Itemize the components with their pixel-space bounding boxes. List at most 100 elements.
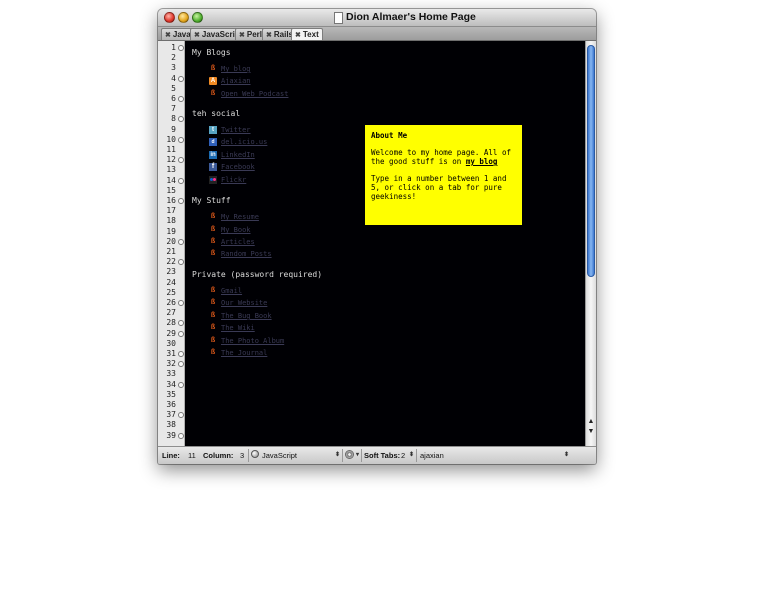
link-label[interactable]: The Bug Book [221, 311, 272, 321]
blog-icon: ß [210, 312, 216, 319]
fold-marker-icon[interactable] [178, 198, 184, 204]
link-label[interactable]: My Resume [221, 212, 259, 222]
soft-tabs-select[interactable]: 2 [401, 451, 405, 460]
fold-marker-icon[interactable] [178, 75, 184, 82]
about-heading: About Me [371, 131, 408, 140]
close-tab-icon[interactable]: ✖ [239, 32, 245, 39]
line-number: 8 [171, 114, 176, 124]
editor-window: Dion Almaer's Home Page ✖ Java ✖ JavaScrip… [158, 9, 596, 464]
close-tab-icon[interactable]: ✖ [295, 32, 301, 39]
line-number: 31 [166, 349, 176, 358]
minimize-window-button[interactable] [178, 12, 189, 23]
line-number: 16 [166, 196, 176, 205]
close-window-button[interactable] [164, 12, 175, 23]
close-tab-icon[interactable]: ✖ [165, 32, 171, 39]
link-label[interactable]: Open Web Podcast [221, 89, 288, 99]
facebook-icon: f [209, 163, 217, 171]
gear-menu-arrow-icon[interactable]: ▾ [356, 451, 359, 458]
close-tab-icon[interactable]: ✖ [266, 32, 272, 39]
link-label[interactable]: My Book [221, 225, 251, 235]
symbol-select-arrows-icon[interactable]: ⬍ [564, 451, 569, 458]
line-number: 1 [171, 43, 176, 52]
fold-marker-icon[interactable] [178, 45, 184, 51]
line-number: 22 [166, 257, 176, 267]
language-select-arrows-icon[interactable]: ⬍ [335, 451, 340, 458]
symbol-select[interactable]: ajaxian [420, 451, 444, 460]
fold-marker-icon[interactable] [178, 259, 184, 266]
divider [361, 449, 362, 462]
fold-marker-icon[interactable] [178, 96, 184, 102]
fold-marker-icon[interactable] [178, 136, 184, 143]
column-label: Column: [203, 451, 234, 460]
rss-icon: A [209, 77, 217, 85]
line-number: 34 [166, 379, 176, 389]
fold-marker-icon[interactable] [178, 432, 184, 439]
fold-marker-icon[interactable] [178, 157, 184, 164]
section-heading: My Blogs [192, 48, 231, 57]
link-label[interactable]: Flickr [221, 175, 246, 185]
fold-marker-icon[interactable] [178, 116, 184, 123]
tab-text[interactable]: ✖ Text [291, 28, 323, 40]
editor-area[interactable]: My Blogs ß My blog A Ajaxian ß Open Web Pod… [185, 41, 585, 446]
line-number: 39 [166, 430, 176, 440]
link-label[interactable]: Random Posts [221, 249, 272, 259]
link-label[interactable]: The Wiki [221, 323, 255, 333]
link-label[interactable]: Twitter [221, 125, 251, 135]
scroll-up-arrow-icon[interactable]: ▲ [587, 418, 595, 426]
document-icon[interactable] [334, 12, 343, 24]
scroll-down-arrow-icon[interactable]: ▼ [587, 428, 595, 436]
link-label[interactable]: Ajaxian [221, 76, 251, 86]
fold-marker-icon[interactable] [178, 300, 184, 306]
line-number: 18 [166, 216, 176, 226]
tab-label: Perl [246, 30, 262, 39]
link-label[interactable]: Facebook [221, 162, 255, 172]
soft-tabs-arrows-icon[interactable]: ⬍ [409, 451, 414, 458]
line-number: 28 [166, 318, 176, 328]
blog-icon: ß [210, 226, 216, 233]
fold-marker-icon[interactable] [178, 381, 184, 388]
line-number: 29 [166, 328, 176, 338]
my-blog-link[interactable]: my blog [466, 157, 498, 166]
line-number: 35 [166, 389, 176, 399]
fold-marker-icon[interactable] [178, 238, 184, 245]
title-bar[interactable]: Dion Almaer's Home Page [158, 9, 596, 27]
flickr-icon [209, 176, 217, 184]
fold-marker-icon[interactable] [178, 177, 184, 184]
zoom-window-button[interactable] [192, 12, 203, 23]
fold-marker-icon[interactable] [178, 412, 184, 419]
divider [416, 449, 417, 462]
fold-marker-icon[interactable] [178, 320, 184, 327]
line-number: 23 [166, 267, 176, 277]
link-label[interactable]: The Photo Album [221, 336, 284, 346]
link-label[interactable]: Gmail [221, 286, 242, 296]
link-label[interactable]: del.icio.us [221, 137, 267, 147]
section-heading: Private (password required) [192, 270, 323, 279]
soft-tabs-label: Soft Tabs: [364, 451, 401, 460]
fold-marker-icon[interactable] [178, 351, 184, 357]
language-select[interactable]: JavaScript [262, 451, 297, 460]
line-number: 10 [166, 134, 176, 144]
divider [248, 449, 249, 462]
line-number: 15 [166, 185, 176, 195]
line-number: 6 [171, 94, 176, 103]
line-number: 25 [166, 287, 176, 297]
line-number: 17 [166, 206, 176, 216]
scroll-thumb[interactable] [587, 45, 595, 277]
line-number: 32 [166, 359, 176, 369]
blog-icon: ß [210, 213, 216, 220]
status-bar: Line: 11 Column: 3 JavaScript ⬍ ▾ Soft T… [158, 446, 596, 464]
twitter-icon: t [209, 126, 217, 134]
fold-marker-icon[interactable] [178, 330, 184, 337]
link-label[interactable]: The Journal [221, 348, 267, 358]
about-instructions: Type in a number between 1 and 5, or cli… [371, 174, 507, 201]
gear-icon[interactable] [345, 450, 354, 459]
link-label[interactable]: Articles [221, 237, 255, 247]
fold-marker-icon[interactable] [178, 361, 184, 368]
link-label[interactable]: Our Website [221, 298, 267, 308]
vertical-scrollbar[interactable]: ▲ ▼ [585, 41, 596, 446]
line-number: 4 [171, 73, 176, 83]
line-number-gutter[interactable]: 1 2 3 4 5 6 7 8 9 10 11 12 13 14 15 16 17 18 19 20 21 22 23 24 2… [158, 41, 185, 446]
link-label[interactable]: My blog [221, 64, 251, 74]
link-label[interactable]: LinkedIn [221, 150, 255, 160]
close-tab-icon[interactable]: ✖ [194, 32, 200, 39]
